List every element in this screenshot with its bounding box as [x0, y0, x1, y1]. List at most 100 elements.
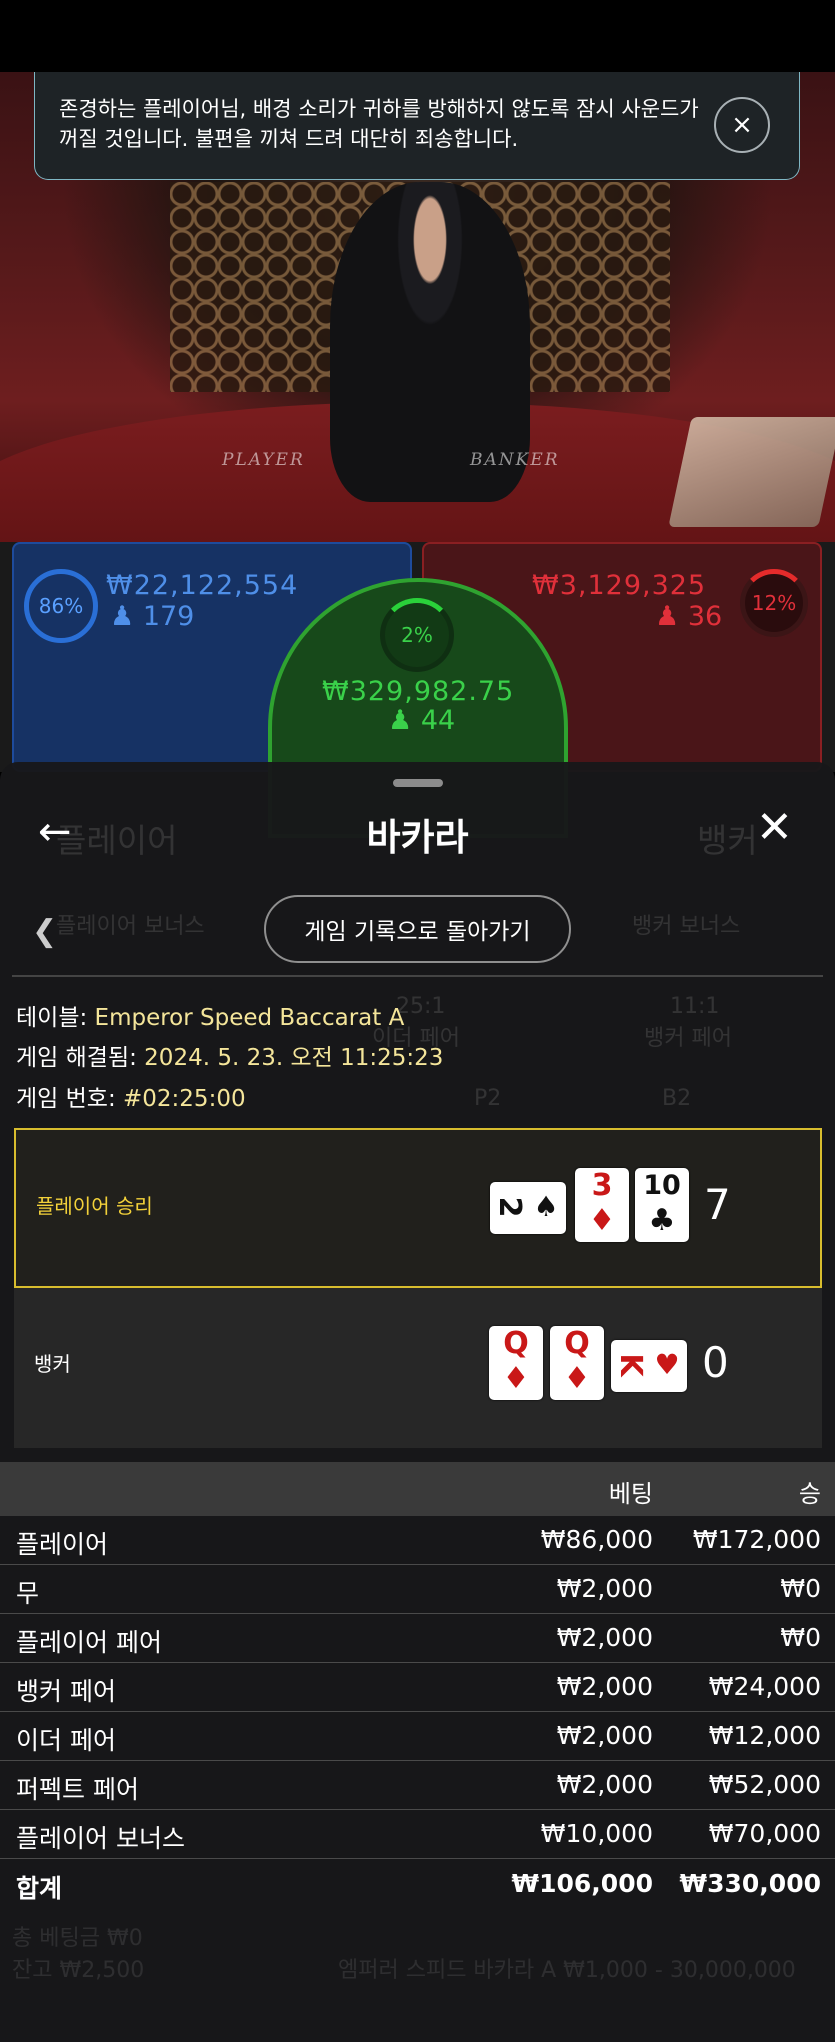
ghost-odds-2: 11:1 [670, 994, 720, 1019]
win-amount: ₩52,000 [708, 1770, 821, 1799]
card-rank: Q [564, 1326, 590, 1361]
bet-name: 뱅커 페어 [16, 1677, 116, 1706]
tie-total-amount: ₩329,982.75 [322, 676, 515, 707]
header-win: 승 [798, 1480, 821, 1508]
win-amount: ₩0 [780, 1574, 821, 1603]
banker-count: ♟ 36 [655, 601, 722, 632]
banker-count-value: 36 [687, 601, 723, 632]
card-shoe [668, 417, 835, 527]
table-total-row: 합계 ₩106,000 ₩330,000 [0, 1860, 835, 1909]
bet-amount: ₩2,000 [556, 1574, 653, 1603]
ghost-player-bonus: 플레이어 보너스 [56, 914, 205, 939]
person-icon: ♟ [655, 601, 680, 632]
card-suit: ♠ [533, 1190, 559, 1223]
info-game-number: 게임 번호: #02:25:00 [16, 1079, 246, 1113]
win-amount: ₩70,000 [708, 1819, 821, 1848]
table-row: 플레이어 ₩86,000 ₩172,000 [0, 1516, 835, 1565]
bet-amount: ₩2,000 [556, 1623, 653, 1652]
bet-name: 플레이어 보너스 [16, 1824, 185, 1853]
close-icon: × [731, 110, 753, 140]
bet-name: 이더 페어 [16, 1726, 116, 1755]
table-row: 무 ₩2,000 ₩0 [0, 1565, 835, 1614]
player-score: 7 [704, 1180, 731, 1229]
banker-total-amount: ₩3,129,325 [532, 570, 707, 601]
table-row: 이더 페어 ₩2,000 ₩12,000 [0, 1712, 835, 1761]
person-icon: ♟ [388, 705, 413, 736]
bet-amount: ₩2,000 [556, 1770, 653, 1799]
card-suit: ♥ [654, 1348, 680, 1381]
bet-amount: ₩10,000 [540, 1819, 653, 1848]
bet-name: 플레이어 [16, 1530, 109, 1559]
ghost-p2: P2 [474, 1086, 502, 1111]
ghost-table-limit: 엠퍼러 스피드 바카라 A ₩1,000 - 30,000,000 [338, 1958, 796, 1983]
playing-card: 10 ♣ [635, 1168, 689, 1242]
notification-message: 존경하는 플레이어님, 배경 소리가 귀하를 방해하지 않도록 잠시 사운드가 … [59, 97, 699, 151]
card-rank: 3 [591, 1168, 613, 1203]
card-suit: ♦ [563, 1361, 591, 1396]
playing-card: Q ♦ [550, 1326, 604, 1400]
card-rank: K [613, 1353, 648, 1377]
ghost-b2: B2 [662, 1086, 692, 1111]
banker-score: 0 [702, 1338, 729, 1387]
win-amount: ₩24,000 [708, 1672, 821, 1701]
info-resolved-value: 2024. 5. 23. 오전 11:25:23 [144, 1045, 444, 1071]
banker-percent: 12% [751, 591, 797, 615]
playing-card: K ♥ [611, 1340, 687, 1392]
card-rank: 2 [492, 1196, 527, 1218]
bet-name: 퍼펙트 페어 [16, 1775, 139, 1804]
playing-card: 3 ♦ [575, 1168, 629, 1242]
card-suit: ♣ [648, 1203, 676, 1238]
card-suit: ♦ [588, 1203, 616, 1238]
total-bet: ₩106,000 [511, 1869, 653, 1898]
felt-banker-text: BANKER [470, 450, 560, 470]
card-suit: ♦ [502, 1361, 530, 1396]
bet-amount: ₩86,000 [540, 1525, 653, 1554]
sheet-title: 바카라 [366, 816, 469, 859]
playing-card: Q ♦ [489, 1326, 543, 1400]
table-row: 플레이어 보너스 ₩10,000 ₩70,000 [0, 1810, 835, 1859]
info-resolved: 게임 해결됨: 2024. 5. 23. 오전 11:25:23 [16, 1038, 443, 1072]
banker-result-label: 뱅커 [34, 1352, 71, 1376]
person-icon: ♟ [110, 601, 135, 632]
table-row: 퍼펙트 페어 ₩2,000 ₩52,000 [0, 1761, 835, 1810]
card-rank: 10 [643, 1170, 681, 1201]
game-history-sheet: 플레이어 뱅커 플레이어 보너스 뱅커 보너스 25:1 11:1 이더 페어 … [0, 762, 835, 2042]
info-table-value: Emperor Speed Baccarat A [94, 1005, 405, 1031]
player-percent-ring: 86% [24, 569, 98, 643]
info-resolved-label: 게임 해결됨: [16, 1045, 145, 1071]
player-count: ♟ 179 [110, 601, 194, 632]
ghost-banker-pair: 뱅커 페어 [644, 1026, 732, 1051]
player-count-value: 179 [142, 601, 195, 632]
info-game-number-label: 게임 번호: [16, 1086, 124, 1112]
tie-count-value: 44 [420, 705, 456, 736]
tie-percent: 2% [401, 623, 433, 647]
bet-name: 플레이어 페어 [16, 1628, 162, 1657]
player-percent: 86% [38, 594, 84, 618]
win-amount: ₩172,000 [692, 1525, 821, 1554]
bet-name: 무 [16, 1579, 40, 1608]
bets-table-header: 베팅 승 [0, 1462, 835, 1516]
sheet-drag-handle[interactable] [393, 779, 443, 787]
ghost-total-bet: 총 베팅금 ₩0 [12, 1926, 143, 1951]
banker-percent-ring: 12% [740, 569, 808, 637]
bet-amount: ₩2,000 [556, 1672, 653, 1701]
sheet-close-icon[interactable]: ✕ [756, 806, 793, 850]
back-to-history-button[interactable]: 게임 기록으로 돌아가기 [264, 895, 571, 963]
betting-area: 86% ₩22,122,554 ♟ 179 2% ₩329,982.75 ♟ 4… [0, 542, 835, 838]
info-game-number-value: #02:25:00 [123, 1086, 246, 1112]
notification-close-button[interactable]: × [714, 97, 770, 153]
ghost-banker-bonus: 뱅커 보너스 [632, 914, 741, 939]
player-result-row: 플레이어 승리 ♠ 2 3 ♦ 10 ♣ 7 [14, 1128, 822, 1288]
header-bet: 베팅 [608, 1480, 653, 1508]
card-rank: Q [503, 1326, 529, 1361]
ghost-balance: 잔고 ₩2,500 [12, 1958, 145, 1983]
chevron-left-icon[interactable]: ❮ [32, 914, 57, 949]
divider [12, 975, 823, 977]
player-result-label: 플레이어 승리 [36, 1194, 153, 1218]
win-amount: ₩12,000 [708, 1721, 821, 1750]
total-label: 합계 [16, 1874, 63, 1903]
player-total-amount: ₩22,122,554 [106, 570, 299, 601]
bet-amount: ₩2,000 [556, 1721, 653, 1750]
table-row: 뱅커 페어 ₩2,000 ₩24,000 [0, 1663, 835, 1712]
felt-player-text: PLAYER [222, 450, 305, 470]
